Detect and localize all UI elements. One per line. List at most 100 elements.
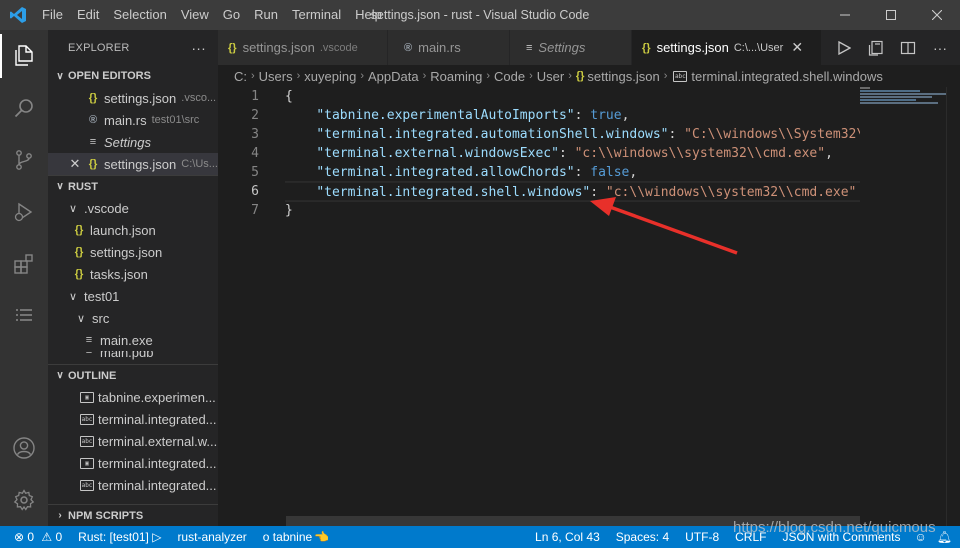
list-icon[interactable] <box>0 290 48 342</box>
code-lines[interactable]: { "tabnine.experimentalAutoImports": tru… <box>285 87 860 220</box>
code-line[interactable]: { <box>285 87 860 106</box>
outline-item[interactable]: abc terminal.integrated... <box>48 408 218 430</box>
editor-tabs: {} settings.json .vscode ® main.rs ≡ Set… <box>218 30 960 65</box>
breadcrumb-item[interactable]: xuyeping <box>304 69 356 84</box>
close-window-button[interactable] <box>914 0 960 30</box>
tab-settings-json-vscode[interactable]: {} settings.json .vscode <box>218 30 388 65</box>
tree-file[interactable]: ≡ main.pdb <box>48 351 218 360</box>
code-line[interactable]: "terminal.integrated.automationShell.win… <box>285 125 860 144</box>
tab-main-rs[interactable]: ® main.rs <box>388 30 510 65</box>
encoding[interactable]: UTF-8 <box>677 530 727 544</box>
bell-icon[interactable]: 🔔︎ <box>933 530 960 544</box>
tree-folder-src[interactable]: ∨ src <box>48 307 218 329</box>
minimize-button[interactable] <box>822 0 868 30</box>
tree-folder-test01[interactable]: ∨ test01 <box>48 285 218 307</box>
outline-item[interactable]: abc terminal.external.w... <box>48 430 218 452</box>
code-line[interactable]: "tabnine.experimentalAutoImports": true, <box>285 106 860 125</box>
vertical-scrollbar[interactable] <box>946 87 960 526</box>
tree-folder-vscode[interactable]: ∨ .vscode <box>48 197 218 219</box>
breadcrumb-item[interactable]: AppData <box>368 69 419 84</box>
search-icon[interactable] <box>0 82 48 134</box>
run-debug-icon[interactable] <box>0 186 48 238</box>
code-line[interactable]: "terminal.external.windowsExec": "c:\\wi… <box>285 144 860 163</box>
code-token: true <box>590 108 622 123</box>
outline-section[interactable]: ∨ OUTLINE <box>48 364 218 386</box>
outline-item[interactable]: abc terminal.integrated... <box>48 474 218 496</box>
breadcrumb-item[interactable]: C: <box>234 69 247 84</box>
npm-scripts-section[interactable]: › NPM SCRIPTS <box>48 504 218 526</box>
outline-item[interactable]: ▣ tabnine.experimen... <box>48 386 218 408</box>
menu-selection[interactable]: Selection <box>106 0 173 30</box>
open-editor-item[interactable]: ≡ Settings <box>48 131 218 153</box>
chevron-right-icon: › <box>529 70 533 82</box>
menu-file[interactable]: File <box>35 0 70 30</box>
gear-icon[interactable] <box>0 474 48 526</box>
cursor-position[interactable]: Ln 6, Col 43 <box>527 530 608 544</box>
menu-help[interactable]: Help <box>348 0 389 30</box>
language-mode[interactable]: JSON with Comments <box>774 530 908 544</box>
code-line[interactable]: "terminal.integrated.shell.windows": "c:… <box>285 181 860 202</box>
open-settings-ui-icon[interactable] <box>860 30 892 65</box>
horizontal-scrollbar[interactable] <box>286 516 860 526</box>
code-token: { <box>285 89 293 104</box>
code-editor[interactable]: 1 2 3 4 5 6 7 { "tabnine.experimentalAutoImpor… <box>218 87 960 526</box>
more-actions-icon[interactable]: ··· <box>924 30 956 65</box>
source-control-icon[interactable] <box>0 134 48 186</box>
tab-settings[interactable]: ≡ Settings <box>510 30 632 65</box>
tab-label: Settings <box>538 40 586 55</box>
menu-go[interactable]: Go <box>216 0 247 30</box>
more-actions-icon[interactable]: ··· <box>191 40 206 56</box>
tab-label: settings.json <box>656 40 729 55</box>
breadcrumb-item[interactable]: Code <box>494 69 525 84</box>
line-number: 5 <box>251 165 259 180</box>
string-symbol-icon: abc <box>673 70 688 82</box>
split-editor-icon[interactable] <box>892 30 924 65</box>
breadcrumb-item[interactable]: User <box>537 69 564 84</box>
open-editor-name: settings.json <box>104 90 177 106</box>
hand-icon: 👈 <box>314 530 330 544</box>
feedback-icon[interactable]: ☺ <box>909 530 933 544</box>
open-editors-section[interactable]: ∨ OPEN EDITORS <box>48 65 218 87</box>
menu-run[interactable]: Run <box>247 0 285 30</box>
outline-item[interactable]: ▣ terminal.integrated... <box>48 452 218 474</box>
tree-file[interactable]: {} launch.json <box>48 219 218 241</box>
problems-status[interactable]: ⊗ 0 ⚠ 0 <box>0 530 70 544</box>
chevron-right-icon: › <box>360 70 365 82</box>
menu-terminal[interactable]: Terminal <box>285 0 348 30</box>
line-number: 4 <box>251 146 259 161</box>
account-icon[interactable] <box>0 422 48 474</box>
breadcrumb-item[interactable]: Roaming <box>430 69 482 84</box>
line-ending[interactable]: CRLF <box>727 530 774 544</box>
breadcrumb-item[interactable]: Users <box>259 69 293 84</box>
tree-file[interactable]: {} settings.json <box>48 241 218 263</box>
explorer-icon[interactable] <box>0 30 48 82</box>
tree-file[interactable]: {} tasks.json <box>48 263 218 285</box>
rust-folder-section[interactable]: ∨ RUST <box>48 175 218 197</box>
line-number: 3 <box>251 127 259 142</box>
rust-analyzer-status[interactable]: rust-analyzer <box>169 530 254 544</box>
rust-run-status[interactable]: Rust: [test01] ▷ <box>70 530 169 544</box>
run-icon[interactable] <box>828 30 860 65</box>
breadcrumb-item[interactable]: settings.json <box>587 69 659 84</box>
maximize-button[interactable] <box>868 0 914 30</box>
tabnine-status[interactable]: o tabnine <box>255 530 314 544</box>
indentation[interactable]: Spaces: 4 <box>608 530 677 544</box>
code-line[interactable]: } <box>285 201 860 220</box>
tab-settings-json-user[interactable]: {} settings.json C:\...\User ✕ <box>632 30 822 65</box>
open-editor-item[interactable]: ® main.rs test01\src <box>48 109 218 131</box>
open-editor-item[interactable]: {} settings.json .vsco... <box>48 87 218 109</box>
close-icon[interactable]: ✕ <box>66 156 84 172</box>
line-number-gutter: 1 2 3 4 5 6 7 <box>218 87 262 220</box>
code-line[interactable]: "terminal.integrated.allowChords": false… <box>285 163 860 182</box>
close-tab-icon[interactable]: ✕ <box>791 39 803 56</box>
breadcrumb-item[interactable]: terminal.integrated.shell.windows <box>691 69 882 84</box>
menu-edit[interactable]: Edit <box>70 0 106 30</box>
minimap[interactable] <box>860 87 946 107</box>
code-token: : <box>590 185 606 200</box>
code-token: : <box>558 146 575 161</box>
tree-file[interactable]: ≡ main.exe <box>48 329 218 351</box>
extensions-icon[interactable] <box>0 238 48 290</box>
menu-view[interactable]: View <box>174 0 216 30</box>
tab-desc: .vscode <box>319 41 358 54</box>
open-editor-item-active[interactable]: ✕ {} settings.json C:\Us... <box>48 153 218 175</box>
